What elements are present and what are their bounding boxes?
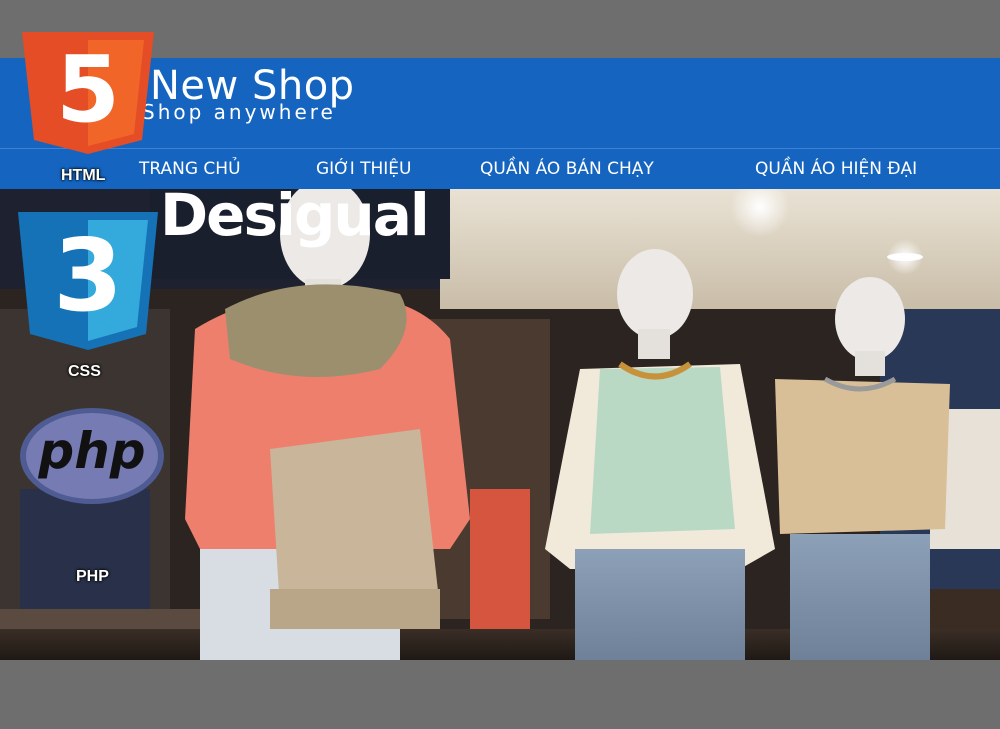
page: New Shop Shop anywhere TRANG CHỦ GIỚI TH… <box>0 0 1000 729</box>
html-label: HTML <box>61 167 106 184</box>
main-nav: TRANG CHỦ GIỚI THIỆU QUẦN ÁO BÁN CHẠY QU… <box>0 148 1000 189</box>
html5-badge: 5 <box>22 32 154 154</box>
site-tagline: Shop anywhere <box>142 100 336 124</box>
php-logo-text: php <box>38 422 146 480</box>
html5-number: 5 <box>55 36 120 143</box>
php-badge: php <box>18 406 166 506</box>
nav-item-modern-clothes[interactable]: QUẦN ÁO HIỆN ĐẠI <box>755 149 917 189</box>
css3-badge: 3 <box>18 212 158 350</box>
php-label: PHP <box>76 568 109 585</box>
store-sign: Desigual <box>160 181 430 249</box>
nav-item-bestsellers[interactable]: QUẦN ÁO BÁN CHẠY <box>480 149 654 189</box>
css3-number: 3 <box>53 217 123 334</box>
css-label: CSS <box>68 363 101 380</box>
